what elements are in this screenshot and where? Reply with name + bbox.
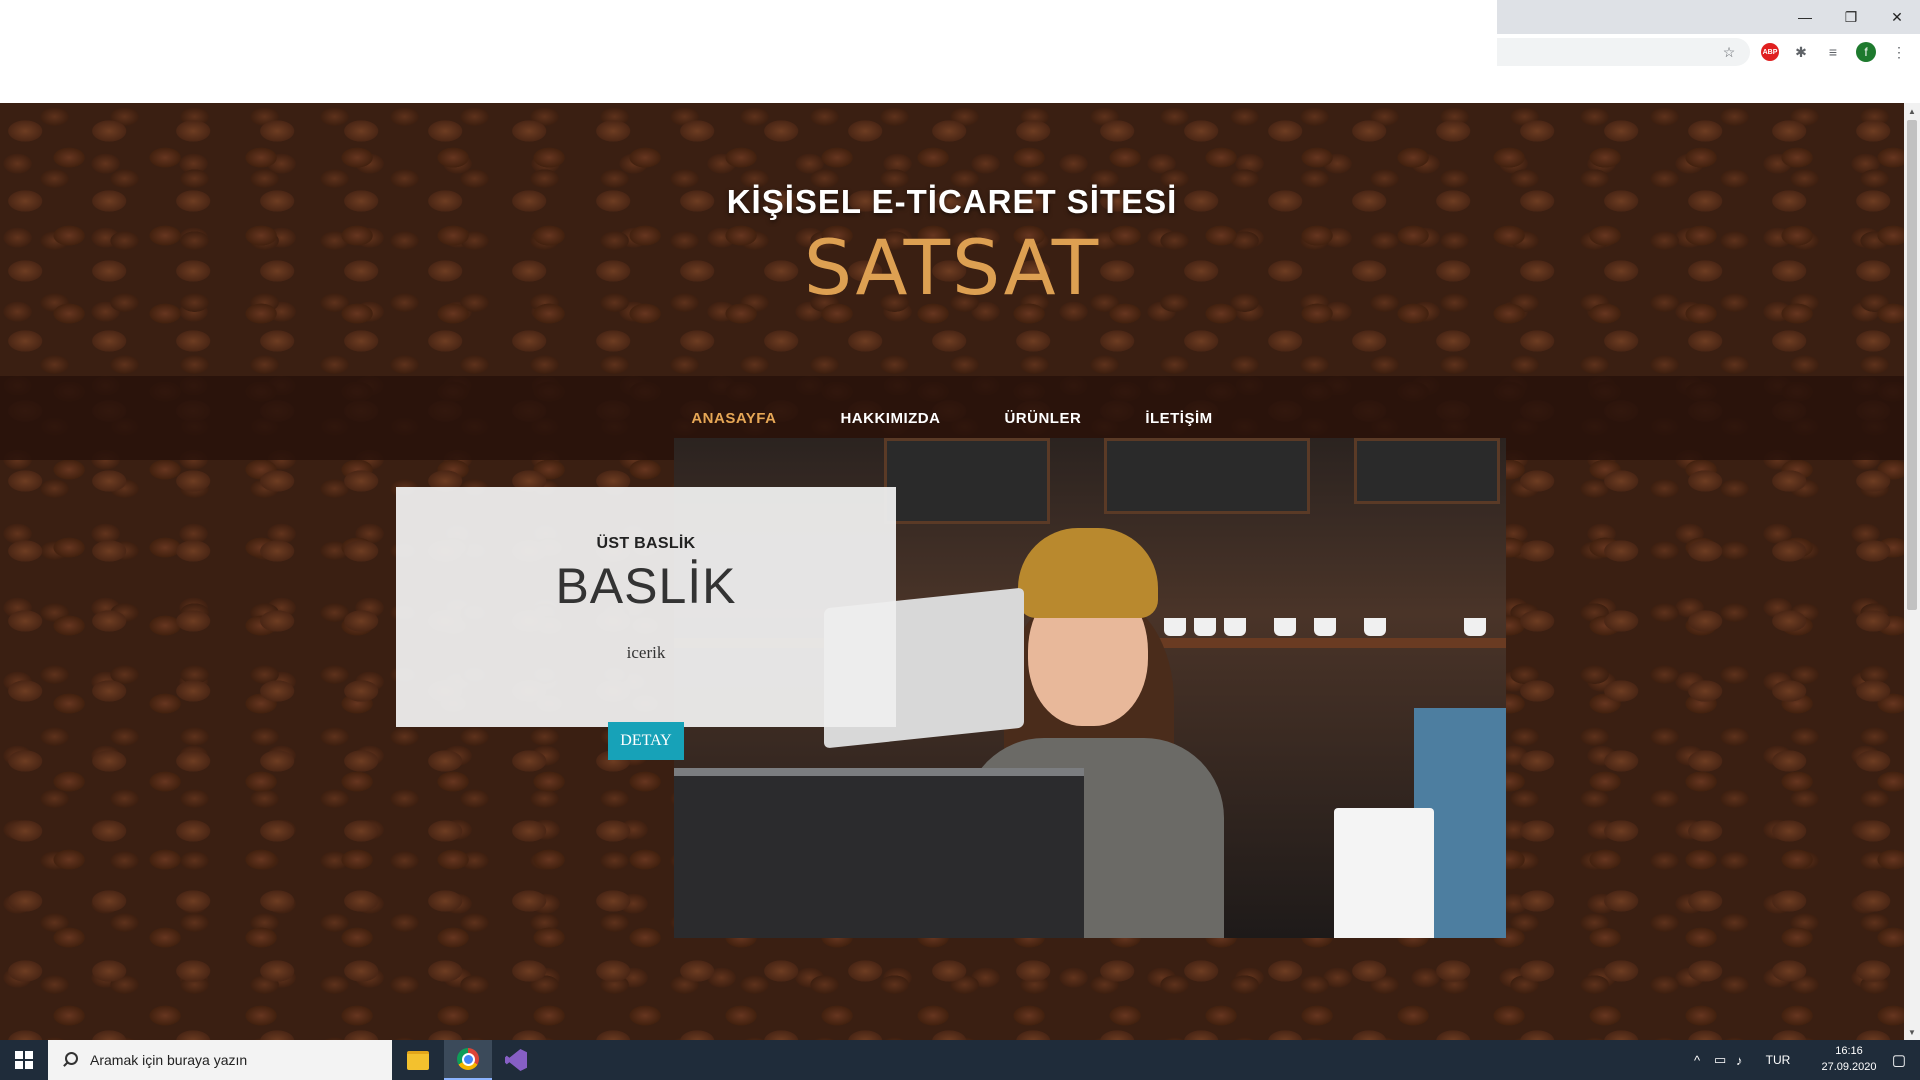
- minimize-button[interactable]: —: [1782, 0, 1828, 34]
- language-indicator[interactable]: TUR: [1758, 1053, 1798, 1067]
- scrollbar-thumb[interactable]: [1907, 120, 1917, 610]
- address-bar[interactable]: [1497, 38, 1750, 66]
- scroll-up-icon[interactable]: ▲: [1904, 103, 1920, 119]
- site-heading-upper: KİŞİSEL E-TİCARET SİTESİ: [726, 183, 1178, 220]
- nav-link-home[interactable]: ANASAYFA: [691, 410, 776, 427]
- cup: [1364, 618, 1386, 636]
- search-placeholder: Aramak için buraya yazın: [90, 1052, 248, 1068]
- cup: [1194, 618, 1216, 636]
- windows-logo-icon: [15, 1051, 33, 1069]
- taskbar-visual-studio[interactable]: [492, 1040, 540, 1080]
- visual-studio-icon: [505, 1049, 527, 1071]
- cup: [1274, 618, 1296, 636]
- detail-button[interactable]: DETAY: [608, 722, 684, 760]
- taskbar-clock[interactable]: 16:16 27.09.2020: [1814, 1043, 1884, 1075]
- volume-icon[interactable]: ♪: [1736, 1053, 1758, 1068]
- cup: [1314, 618, 1336, 636]
- hero-card: ÜST BASLİK BASLİK icerik: [396, 487, 896, 727]
- scroll-down-icon[interactable]: ▼: [1904, 1024, 1920, 1040]
- profile-avatar[interactable]: f: [1856, 42, 1876, 62]
- adblock-icon[interactable]: ABP: [1761, 43, 1779, 61]
- system-tray: ^ ▭ ♪ TUR: [1694, 1040, 1798, 1080]
- close-button[interactable]: ✕: [1874, 0, 1920, 34]
- nav-link-about[interactable]: HAKKIMIZDA: [840, 410, 940, 427]
- menu-board: [884, 438, 1050, 524]
- chrome-icon: [457, 1048, 479, 1070]
- paper-cup: [1334, 808, 1434, 938]
- site-heading-lower: SATSAT: [803, 223, 1101, 312]
- extensions-icon[interactable]: ✱: [1790, 41, 1812, 63]
- media-control-icon[interactable]: ≡: [1822, 41, 1844, 63]
- taskbar-chrome[interactable]: [444, 1040, 492, 1080]
- cup: [1164, 618, 1186, 636]
- folder-icon: [407, 1050, 429, 1070]
- card-upper-heading: ÜST BASLİK: [596, 535, 696, 552]
- espresso-machine: [674, 768, 1084, 938]
- search-icon: [62, 1052, 78, 1068]
- network-icon[interactable]: ▭: [1714, 1052, 1736, 1068]
- card-title: BASLİK: [555, 558, 737, 614]
- site-heading: KİŞİSEL E-TİCARET SİTESİ SATSAT: [0, 183, 1904, 312]
- card-text: icerik: [626, 643, 666, 662]
- nav-link-contact[interactable]: İLETİŞİM: [1145, 410, 1212, 427]
- notification-icon[interactable]: ▢: [1878, 1040, 1920, 1080]
- menu-board: [1104, 438, 1310, 514]
- person-hat: [1018, 528, 1158, 618]
- start-button[interactable]: [0, 1040, 48, 1080]
- cup: [1464, 618, 1486, 636]
- chevron-up-icon[interactable]: ^: [1694, 1053, 1714, 1068]
- clock-date: 27.09.2020: [1821, 1061, 1877, 1073]
- restore-button[interactable]: ❐: [1828, 0, 1874, 34]
- clock-time: 16:16: [1835, 1045, 1863, 1057]
- nav-link-products[interactable]: ÜRÜNLER: [1004, 410, 1081, 427]
- cup: [1224, 618, 1246, 636]
- bookmark-star-icon[interactable]: ☆: [1718, 41, 1740, 63]
- taskbar-file-explorer[interactable]: [394, 1040, 442, 1080]
- menu-dots-icon[interactable]: ⋮: [1888, 41, 1910, 63]
- taskbar-search[interactable]: Aramak için buraya yazın: [48, 1040, 392, 1080]
- menu-board: [1354, 438, 1500, 504]
